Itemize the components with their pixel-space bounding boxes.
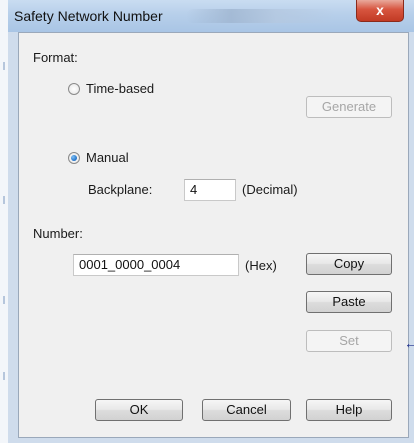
help-button[interactable]: Help bbox=[306, 399, 392, 421]
number-unit-label: (Hex) bbox=[245, 258, 277, 273]
time-based-label[interactable]: Time-based bbox=[86, 81, 154, 96]
cancel-button[interactable]: Cancel bbox=[202, 399, 291, 421]
copy-button[interactable]: Copy bbox=[306, 253, 392, 275]
dialog-window: Safety Network Number x Format: Time-bas… bbox=[8, 0, 414, 443]
dialog-client-area: Format: Time-based Generate Manual Backp… bbox=[18, 32, 409, 438]
format-label: Format: bbox=[33, 50, 78, 65]
left-arrow-icon: ← bbox=[404, 335, 414, 351]
manual-label[interactable]: Manual bbox=[86, 150, 129, 165]
ok-button[interactable]: OK bbox=[95, 399, 183, 421]
manual-radio[interactable] bbox=[68, 152, 80, 164]
time-based-radio[interactable] bbox=[68, 83, 80, 95]
window-title: Safety Network Number bbox=[14, 8, 163, 24]
title-bar[interactable]: Safety Network Number x bbox=[8, 0, 414, 32]
generate-button[interactable]: Generate bbox=[306, 96, 392, 118]
left-edge-decoration bbox=[0, 0, 8, 443]
blurred-title-text bbox=[186, 9, 336, 23]
set-button[interactable]: Set bbox=[306, 330, 392, 352]
number-label: Number: bbox=[33, 226, 83, 241]
backplane-input[interactable]: 4 bbox=[184, 179, 236, 201]
backplane-unit-label: (Decimal) bbox=[242, 182, 298, 197]
close-icon: x bbox=[376, 2, 384, 18]
paste-button[interactable]: Paste bbox=[306, 291, 392, 313]
number-input[interactable]: 0001_0000_0004 bbox=[73, 254, 239, 276]
close-button[interactable]: x bbox=[356, 0, 404, 22]
backplane-label: Backplane: bbox=[88, 182, 153, 197]
